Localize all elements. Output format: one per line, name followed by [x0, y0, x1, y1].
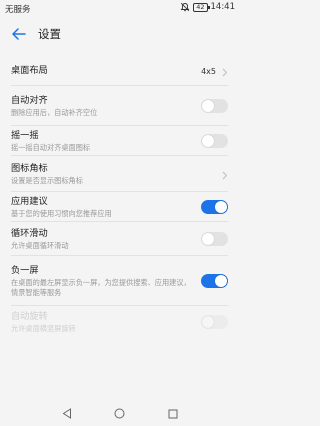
- setting-description: 允许桌面横竖屏旋转: [11, 323, 76, 333]
- setting-loop-scroll[interactable]: 循环滑动 允许桌面循环滑动: [0, 222, 240, 256]
- auto-align-toggle[interactable]: [201, 99, 228, 113]
- toggle-knob: [202, 316, 214, 328]
- toggle-knob: [202, 100, 214, 112]
- setting-auto-rotate: 自动旋转 允许桌面横竖屏旋转: [0, 306, 240, 338]
- setting-app-suggestion[interactable]: 应用建议 基于您的使用习惯向您推荐应用: [0, 192, 240, 222]
- setting-label: 负一屏: [11, 265, 39, 276]
- navigation-bar: [0, 400, 240, 426]
- battery-icon: 42: [193, 2, 210, 12]
- loop-scroll-toggle[interactable]: [201, 232, 228, 246]
- back-button[interactable]: [2, 17, 36, 51]
- setting-shake[interactable]: 摇一摇 摇一摇自动对齐桌面图标: [0, 126, 240, 156]
- back-triangle-icon: [62, 404, 72, 423]
- status-icons: 42 14:41: [180, 2, 235, 12]
- chevron-right-icon: [222, 62, 228, 81]
- setting-desktop-layout[interactable]: 桌面布局 4x5: [0, 56, 240, 86]
- toggle-knob: [215, 275, 227, 287]
- setting-description: 基于您的使用习惯向您推荐应用: [11, 208, 112, 218]
- setting-auto-align[interactable]: 自动对齐 删除应用后，自动补齐空位: [0, 86, 240, 126]
- setting-label: 自动对齐: [11, 94, 48, 106]
- mute-icon: [180, 2, 190, 12]
- nav-recents-button[interactable]: [161, 401, 185, 425]
- clock: 14:41: [210, 2, 236, 12]
- setting-label: 摇一摇: [11, 129, 39, 141]
- toggle-knob: [202, 233, 214, 245]
- setting-description: 删除应用后，自动补齐空位: [11, 107, 98, 117]
- nav-home-button[interactable]: [108, 401, 132, 425]
- setting-description: 摇一摇自动对齐桌面图标: [11, 142, 91, 152]
- shake-toggle[interactable]: [201, 134, 228, 148]
- home-circle-icon: [114, 404, 125, 423]
- back-arrow-icon: [12, 25, 26, 44]
- setting-description: 允许桌面循环滑动: [11, 240, 69, 250]
- setting-label: 自动旋转: [11, 310, 48, 322]
- page-title: 设置: [38, 27, 61, 41]
- setting-description: 设置是否显示图标角标: [11, 175, 83, 185]
- setting-label: 桌面布局: [11, 65, 48, 76]
- setting-label: 应用建议: [11, 195, 48, 207]
- recents-square-icon: [168, 404, 178, 423]
- setting-label: 循环滑动: [11, 227, 48, 239]
- auto-rotate-toggle: [201, 315, 228, 329]
- setting-description: 在桌面的最左屏显示负一屏，为您提供搜索、应用建议，情景智能等服务: [11, 278, 191, 297]
- settings-list: 桌面布局 4x5 自动对齐 删除应用后，自动补齐空位 摇一摇 摇一摇自动对齐桌面…: [0, 56, 240, 338]
- toggle-knob: [202, 135, 214, 147]
- setting-icon-badge[interactable]: 图标角标 设置是否显示图标角标: [0, 156, 240, 192]
- minus-one-screen-toggle[interactable]: [201, 274, 228, 288]
- setting-value: 4x5: [201, 66, 216, 76]
- toggle-knob: [215, 201, 227, 213]
- app-suggestion-toggle[interactable]: [201, 200, 228, 214]
- nav-back-button[interactable]: [55, 401, 79, 425]
- header: 设置: [0, 17, 240, 51]
- chevron-right-icon: [222, 165, 228, 184]
- status-bar: 无服务 42 14:41: [0, 0, 240, 17]
- setting-label: 图标角标: [11, 162, 48, 174]
- setting-minus-one-screen[interactable]: 负一屏 在桌面的最左屏显示负一屏，为您提供搜索、应用建议，情景智能等服务: [0, 256, 240, 306]
- carrier-label: 无服务: [5, 5, 31, 15]
